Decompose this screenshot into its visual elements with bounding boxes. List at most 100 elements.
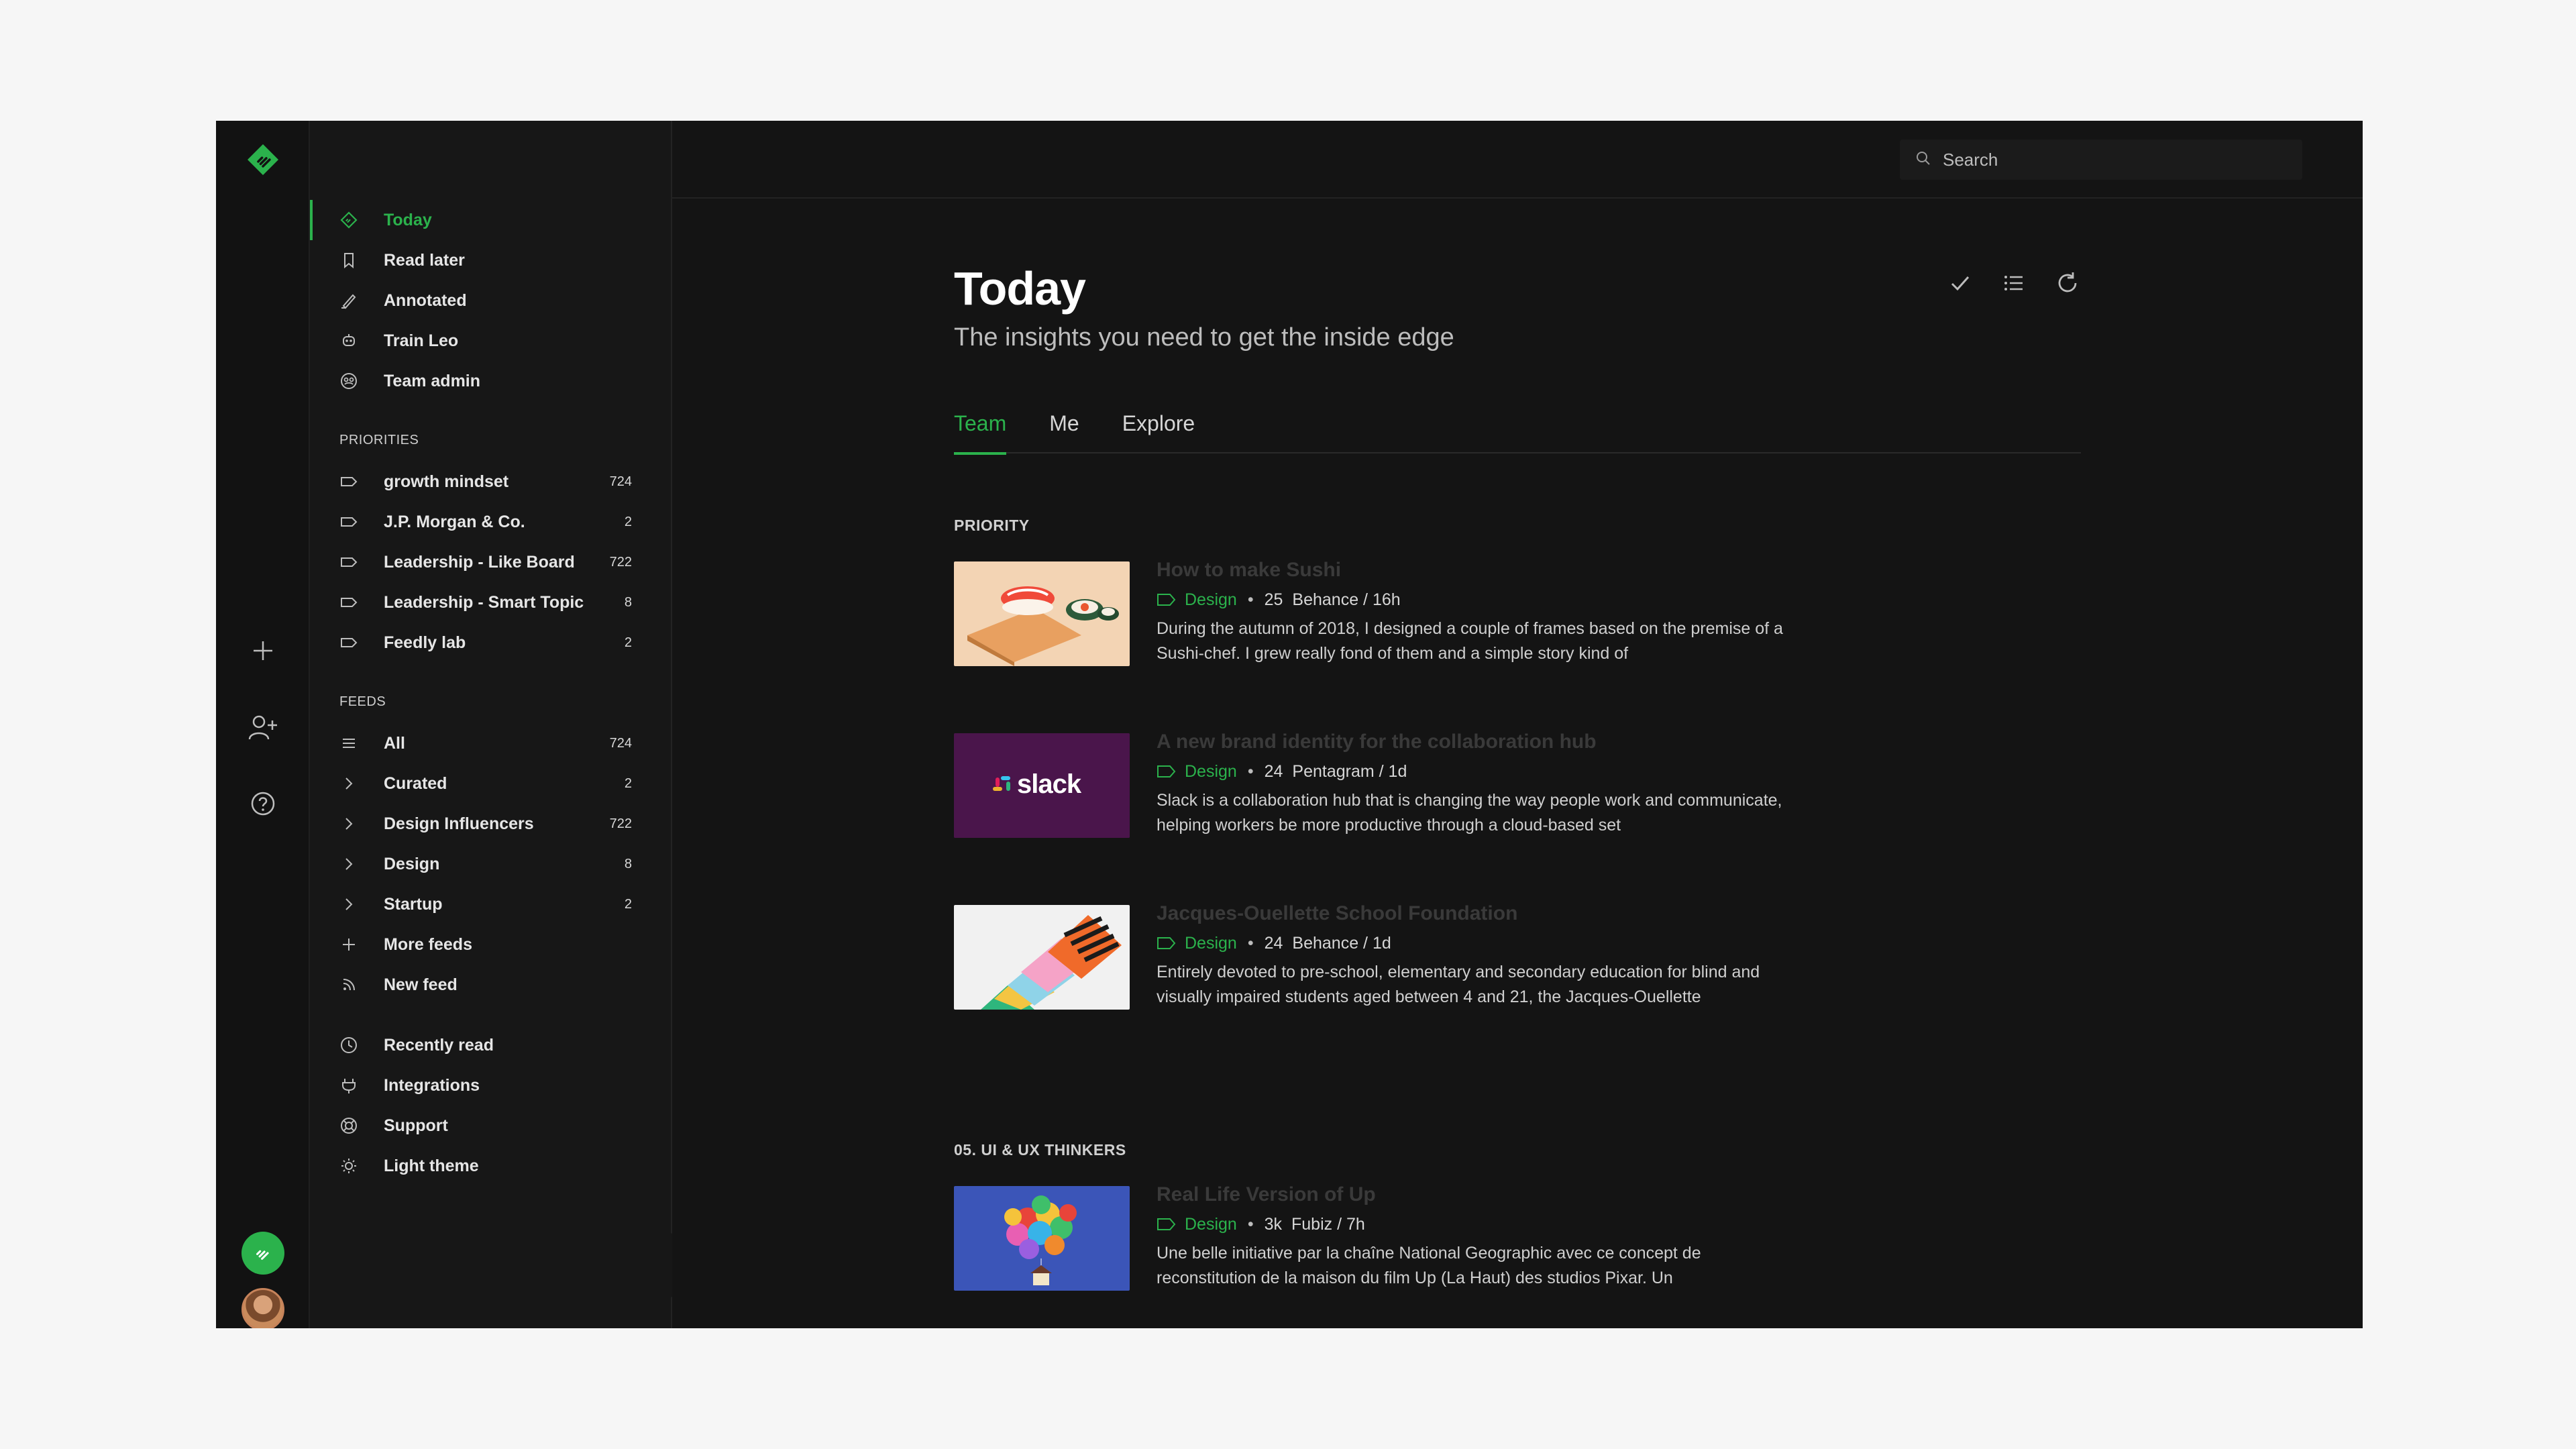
sidebar-item-feed[interactable]: Startup 2 [310,884,671,924]
feedly-logo-icon[interactable] [216,133,310,186]
sidebar-item-priority[interactable]: growth mindset 724 [310,462,671,502]
article-thumbnail [954,561,1130,666]
tab-me[interactable]: Me [1049,407,1079,453]
sidebar-item-integrations[interactable]: Integrations [310,1065,671,1106]
tab-team[interactable]: Team [954,407,1007,455]
tag-icon [1157,1217,1177,1232]
sidebar-item-support[interactable]: Support [310,1106,671,1146]
sidebar-item-label: New feed [384,975,458,994]
sidebar-item-label: Design [384,854,440,873]
tag-icon [339,513,384,531]
sidebar-item-today[interactable]: Today [310,200,671,240]
invite-user-icon[interactable] [216,700,310,754]
article-tag[interactable]: Design [1185,590,1237,610]
article-item[interactable]: Jacques-Ouellette School Foundation Desi… [954,902,2081,1010]
tag-icon [1157,936,1177,951]
team-logo-button[interactable] [216,1226,310,1280]
title-actions [1947,271,2081,298]
mark-as-read-button[interactable] [1947,271,1974,298]
sidebar-item-label: Integrations [384,1075,480,1095]
article-summary: Une belle initiative par la chaîne Natio… [1157,1244,1701,1287]
article-tag[interactable]: Design [1185,934,1237,953]
unread-count: 2 [624,775,632,791]
list-view-icon [2001,270,2027,299]
sidebar-item-priority[interactable]: J.P. Morgan & Co. 2 [310,502,671,542]
article-body: How to make Sushi Design • 25 Behance / … [1157,559,1787,666]
article-item[interactable]: slack A new brand identity for the colla… [954,731,2081,838]
article-body: A new brand identity for the collaborati… [1157,731,1787,838]
article-source: Fubiz / 7h [1291,1214,1365,1234]
sidebar-item-priority[interactable]: Leadership - Smart Topic 8 [310,582,671,623]
sidebar-item-annotated[interactable]: Annotated [310,280,671,321]
search-icon [1915,150,1932,170]
article-thumbnail [954,905,1130,1010]
sidebar-item-light-theme[interactable]: Light theme [310,1146,671,1186]
article-thumbnail: slack [954,733,1130,838]
article-summary: Slack is a collaboration hub that is cha… [1157,791,1782,835]
layout-options-button[interactable] [2000,271,2027,298]
unread-count: 2 [624,514,632,529]
engagement-count: 24 [1264,761,1283,781]
article-meta: Design • 24 Pentagram / 1d [1157,760,1787,783]
article-title[interactable]: Real Life Version of Up [1157,1183,1787,1206]
article-body: Jacques-Ouellette School Foundation Desi… [1157,902,1787,1010]
engagement-count: 25 [1264,590,1283,609]
article-tag[interactable]: Design [1185,762,1237,782]
help-icon[interactable] [216,777,310,830]
sidebar-item-label: Annotated [384,290,467,310]
unread-count: 724 [609,735,632,751]
sidebar-item-label: Read later [384,250,465,270]
refresh-button[interactable] [2054,271,2081,298]
chevron-right-icon [339,814,384,833]
search-box[interactable] [1900,140,2302,180]
user-avatar-button[interactable] [216,1283,310,1328]
search-input[interactable] [1941,148,2290,171]
sidebar-item-train-leo[interactable]: Train Leo [310,321,671,361]
add-content-icon[interactable] [216,624,310,678]
rss-icon [339,975,384,994]
article-title[interactable]: Jacques-Ouellette School Foundation [1157,902,1787,925]
sidebar-item-team-admin[interactable]: Team admin [310,361,671,401]
article-item[interactable]: Real Life Version of Up Design • 3k Fubi… [954,1183,2081,1291]
article-item[interactable]: How to make Sushi Design • 25 Behance / … [954,559,2081,666]
lifebuoy-icon [339,1116,384,1135]
sidebar-item-label: Today [384,210,432,229]
tab-explore[interactable]: Explore [1122,407,1195,453]
plus-icon [339,935,384,954]
article-title[interactable]: A new brand identity for the collaborati… [1157,731,1787,753]
slack-logo-text: slack [1017,769,1081,799]
article-meta: Design • 24 Behance / 1d [1157,932,1787,955]
unread-count: 8 [624,856,632,871]
article-title[interactable]: How to make Sushi [1157,559,1787,582]
sidebar-item-priority[interactable]: Feedly lab 2 [310,623,671,663]
sidebar-item-label: More feeds [384,934,472,954]
top-bar [672,121,2363,199]
feedly-diamond-icon [339,211,384,229]
sidebar-item-feed[interactable]: Design 8 [310,844,671,884]
group-title: 05. UI & UX THINKERS [954,1141,1126,1159]
feeds-section-title: FEEDS [339,694,386,709]
feedly-badge-icon [241,1232,284,1275]
sidebar-item-priority[interactable]: Leadership - Like Board 722 [310,542,671,582]
engagement-count: 24 [1264,933,1283,953]
article-source: Behance / 1d [1292,933,1391,953]
chevron-right-icon [339,774,384,793]
feed-tabs: Team Me Explore [954,407,2081,455]
sidebar-item-feed[interactable]: Curated 2 [310,763,671,804]
tag-icon [339,472,384,491]
sidebar-item-label: Light theme [384,1156,479,1175]
sidebar-item-label: Curated [384,773,447,793]
sidebar-item-new-feed[interactable]: New feed [310,965,671,1005]
sidebar-item-label: Feedly lab [384,633,466,652]
sidebar-item-recently-read[interactable]: Recently read [310,1025,671,1065]
sidebar-item-more-feeds[interactable]: More feeds [310,924,671,965]
chevron-right-icon [339,855,384,873]
sidebar-item-label: Train Leo [384,331,459,350]
sidebar-item-label: Leadership - Smart Topic [384,592,584,612]
sidebar-item-feed-all[interactable]: All 724 [310,723,671,763]
article-meta: Design • 25 Behance / 16h [1157,588,1787,611]
sidebar-item-feed[interactable]: Design Influencers 722 [310,804,671,844]
article-tag[interactable]: Design [1185,1215,1237,1234]
sidebar-item-read-later[interactable]: Read later [310,240,671,280]
